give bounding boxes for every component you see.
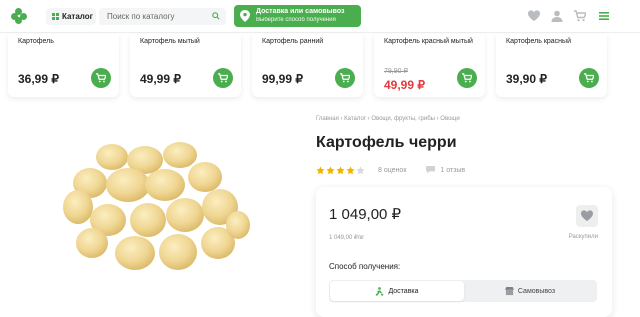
rating-row: 8 оценок 1 отзыв xyxy=(316,164,465,176)
cart-icon xyxy=(96,73,106,83)
delivery-option-label: Доставка xyxy=(388,287,419,295)
location-pin-icon xyxy=(240,10,250,22)
cart-icon[interactable] xyxy=(574,10,586,22)
delivery-selector[interactable]: Доставка или самовывоз Выберите способ п… xyxy=(234,5,361,27)
product-card[interactable]: Картофель ранний 99,99 ₽ xyxy=(252,34,363,97)
star-icon xyxy=(336,165,345,174)
search-input[interactable]: Поиск по каталогу xyxy=(99,8,226,25)
product-sale-price: 49,99 ₽ xyxy=(384,78,425,92)
reviews-link[interactable]: 1 отзыв xyxy=(426,166,465,174)
product-name[interactable]: Картофель xyxy=(18,38,54,45)
cart-icon xyxy=(218,73,228,83)
user-icon[interactable] xyxy=(551,10,563,22)
courier-icon xyxy=(376,286,384,296)
product-carousel: Картофель 36,99 ₽ Картофель мытый 49,99 … xyxy=(0,34,640,98)
heart-icon xyxy=(581,210,593,221)
cart-icon xyxy=(584,73,594,83)
favorite-button[interactable] xyxy=(576,205,598,227)
cart-icon xyxy=(340,73,350,83)
comment-icon xyxy=(426,166,436,174)
menu-icon[interactable] xyxy=(598,10,610,22)
delivery-method-label: Способ получения: xyxy=(329,262,401,271)
price-per-kg: 1 049,00 ₽/кг xyxy=(329,235,365,241)
rating-count[interactable]: 8 оценок xyxy=(378,167,406,174)
header: Каталог Поиск по каталогу Доставка или с… xyxy=(0,0,640,33)
add-to-cart-button[interactable] xyxy=(335,68,355,88)
delivery-method-toggle: Доставка Самовывоз xyxy=(329,280,597,302)
reviews-count: 1 отзыв xyxy=(440,166,466,174)
product-price: 99,99 ₽ xyxy=(262,72,303,86)
heart-icon[interactable] xyxy=(528,10,540,22)
star-icon xyxy=(326,165,335,174)
product-card[interactable]: Картофель мытый 49,99 ₽ xyxy=(130,34,241,97)
delivery-option[interactable]: Доставка xyxy=(330,281,464,301)
product-price: 1 049,00 ₽ xyxy=(329,206,402,223)
product-name[interactable]: Картофель красный xyxy=(506,38,571,45)
product-price: 49,99 ₽ xyxy=(140,72,181,86)
add-to-cart-button[interactable] xyxy=(579,68,599,88)
product-name[interactable]: Картофель красный мытый xyxy=(384,38,473,45)
cart-icon xyxy=(462,73,472,83)
delivery-subtitle: Выберите способ получения xyxy=(256,17,336,23)
product-name[interactable]: Картофель мытый xyxy=(140,38,200,45)
grid-icon xyxy=(52,13,59,20)
product-card[interactable]: Картофель красный 39,90 ₽ xyxy=(496,34,607,97)
star-icon xyxy=(316,165,325,174)
rating-stars[interactable] xyxy=(316,165,365,175)
product-price: 36,99 ₽ xyxy=(18,72,59,86)
delivery-title: Доставка или самовывоз xyxy=(256,8,345,15)
search-icon[interactable] xyxy=(212,12,220,20)
pickup-option-label: Самовывоз xyxy=(517,287,556,295)
breadcrumb[interactable]: Главная › Каталог › Овощи, фрукты, грибы… xyxy=(316,116,460,122)
add-to-cart-button[interactable] xyxy=(457,68,477,88)
star-empty-icon xyxy=(356,165,365,174)
product-card[interactable]: Картофель 36,99 ₽ xyxy=(8,34,119,97)
product-image xyxy=(63,142,250,270)
add-to-cart-button[interactable] xyxy=(213,68,233,88)
product-name[interactable]: Картофель ранний xyxy=(262,38,323,45)
catalog-label: Каталог xyxy=(62,12,93,21)
search-placeholder: Поиск по каталогу xyxy=(107,12,175,21)
product-price: 39,90 ₽ xyxy=(506,72,547,86)
availability-status: Раскупили xyxy=(568,234,598,240)
product-old-price: 79,90 ₽ xyxy=(384,68,408,75)
add-to-cart-button[interactable] xyxy=(91,68,111,88)
logo[interactable] xyxy=(11,8,27,24)
buy-panel: 1 049,00 ₽ 1 049,00 ₽/кг Раскупили Спосо… xyxy=(316,187,612,317)
store-icon xyxy=(504,286,514,295)
page-title: Картофель черри xyxy=(316,134,457,151)
catalog-button[interactable]: Каталог xyxy=(46,8,96,25)
product-card[interactable]: Картофель красный мытый 79,90 ₽ 49,99 ₽ xyxy=(374,34,485,97)
star-icon xyxy=(346,165,355,174)
pickup-option[interactable]: Самовывоз xyxy=(464,281,596,301)
